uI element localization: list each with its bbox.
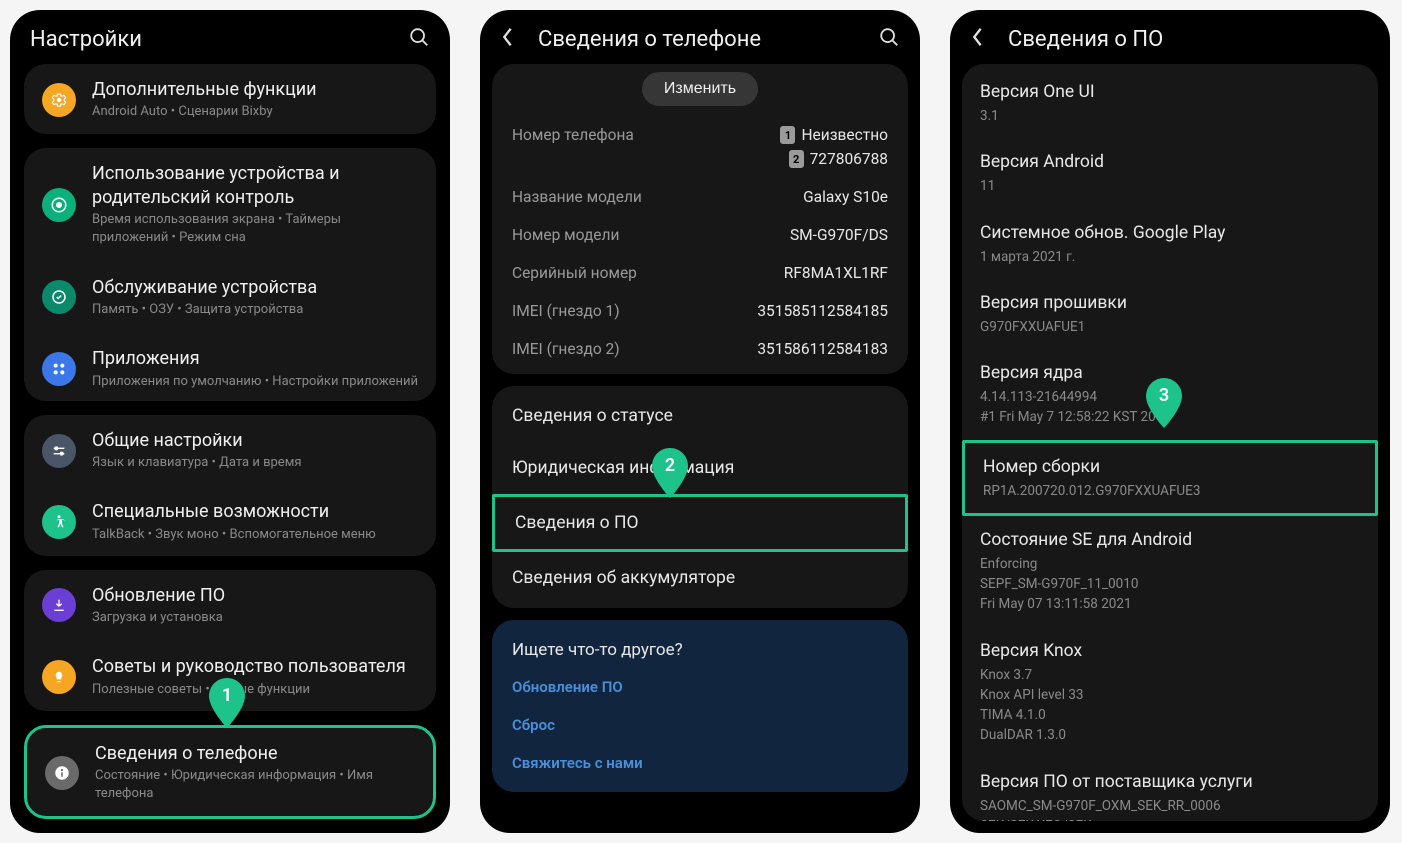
settings-group-1: Дополнительные функции Android Auto • Сц… (24, 64, 436, 134)
row-phone-number: Номер телефона 1Неизвестно 2727806788 (492, 116, 908, 178)
item-subtitle: TalkBack • Звук моно • Вспомогательное м… (92, 526, 418, 544)
link-contact[interactable]: Свяжитесь с нами (492, 744, 908, 782)
item-title: Использование устройства и родительский … (92, 162, 418, 209)
edit-button[interactable]: Изменить (642, 72, 758, 106)
device-care-icon (42, 280, 76, 314)
settings-group-4: Обновление ПО Загрузка и установка Совет… (24, 570, 436, 711)
row-model-number: Номер модели SM-G970F/DS (492, 216, 908, 254)
search-icon[interactable] (408, 26, 430, 52)
settings-group-3: Общие настройки Язык и клавиатура • Дата… (24, 415, 436, 556)
apps-icon (42, 352, 76, 386)
sim2-icon: 2 (789, 150, 804, 168)
gear-icon (42, 83, 76, 117)
item-subtitle: Язык и клавиатура • Дата и время (92, 454, 418, 472)
link-update[interactable]: Обновление ПО (492, 668, 908, 706)
row-imei1: IMEI (гнездо 1) 351585112584185 (492, 292, 908, 330)
item-title: Общие настройки (92, 429, 418, 452)
other-heading: Ищете что-то другое? (492, 624, 908, 668)
link-battery[interactable]: Сведения об аккумуляторе (492, 552, 908, 604)
accessibility-icon (42, 505, 76, 539)
device-info-card: Изменить Номер телефона 1Неизвестно 2727… (492, 64, 908, 374)
page-title: Сведения о телефоне (538, 27, 862, 52)
block-knox[interactable]: Версия Knox Knox 3.7 Knox API level 33 T… (962, 627, 1378, 758)
item-apps[interactable]: Приложения Приложения по умолчанию • Нас… (24, 333, 436, 401)
software-content: Версия One UI 3.1 Версия Android 11 Сист… (950, 64, 1390, 833)
item-subtitle: Время использования экрана • Таймеры при… (92, 211, 418, 247)
item-title: Сведения о телефоне (95, 742, 415, 765)
other-card: Ищете что-то другое? Обновление ПО Сброс… (492, 620, 908, 792)
block-kernel[interactable]: Версия ядра 4.14.113-21644994 #1 Fri May… (962, 349, 1378, 440)
item-subtitle: Приложения по умолчанию • Настройки прил… (92, 373, 418, 391)
bulb-icon (42, 660, 76, 694)
phone-settings: Настройки Дополнительные функции Android… (10, 10, 450, 833)
item-tips[interactable]: Советы и руководство пользователя Полезн… (24, 641, 436, 710)
wellbeing-icon (42, 188, 76, 222)
info-icon (45, 756, 79, 790)
item-title: Приложения (92, 347, 418, 370)
block-android[interactable]: Версия Android 11 (962, 138, 1378, 208)
link-status[interactable]: Сведения о статусе (492, 390, 908, 442)
row-imei2: IMEI (гнездо 2) 351586112584183 (492, 330, 908, 368)
item-advanced-features[interactable]: Дополнительные функции Android Auto • Сц… (24, 64, 436, 134)
settings-group-about-phone: Сведения о телефоне Состояние • Юридичес… (24, 725, 436, 819)
header: Настройки (10, 10, 450, 64)
row-serial: Серийный номер RF8MA1XL1RF (492, 254, 908, 292)
item-subtitle: Память • ОЗУ • Защита устройства (92, 301, 418, 319)
block-oneui[interactable]: Версия One UI 3.1 (962, 68, 1378, 138)
page-title: Настройки (30, 27, 392, 52)
block-gplay[interactable]: Системное обнов. Google Play 1 марта 202… (962, 209, 1378, 279)
item-title: Советы и руководство пользователя (92, 655, 418, 678)
row-model-name: Название модели Galaxy S10e (492, 178, 908, 216)
software-card: Версия One UI 3.1 Версия Android 11 Сист… (962, 64, 1378, 821)
sliders-icon (42, 434, 76, 468)
item-title: Обслуживание устройства (92, 276, 418, 299)
links-card: Сведения о статусе Юридическая информаци… (492, 386, 908, 608)
search-icon[interactable] (878, 26, 900, 52)
item-accessibility[interactable]: Специальные возможности TalkBack • Звук … (24, 486, 436, 555)
block-se-android[interactable]: Состояние SE для Android Enforcing SEPF_… (962, 516, 1378, 627)
item-about-phone[interactable]: Сведения о телефоне Состояние • Юридичес… (27, 728, 433, 818)
item-subtitle: Загрузка и установка (92, 609, 418, 627)
settings-content: Дополнительные функции Android Auto • Сц… (10, 64, 450, 833)
link-reset[interactable]: Сброс (492, 706, 908, 744)
block-build-number[interactable]: Номер сборки RP1A.200720.012.G970FXXUAFU… (962, 440, 1378, 516)
block-carrier-sw[interactable]: Версия ПО от поставщика услуги SAOMC_SM-… (962, 758, 1378, 822)
item-subtitle: Полезные советы • Новые функции (92, 681, 418, 699)
link-software-info[interactable]: Сведения о ПО (492, 494, 908, 552)
back-icon[interactable] (500, 26, 522, 52)
back-icon[interactable] (970, 26, 992, 52)
item-device-care[interactable]: Обслуживание устройства Память • ОЗУ • З… (24, 262, 436, 334)
header: Сведения о ПО (950, 10, 1390, 64)
page-title: Сведения о ПО (1008, 27, 1370, 52)
about-content: Изменить Номер телефона 1Неизвестно 2727… (480, 64, 920, 833)
item-title: Специальные возможности (92, 500, 418, 523)
phone-software-info: Сведения о ПО Версия One UI 3.1 Версия A… (950, 10, 1390, 833)
link-legal[interactable]: Юридическая информация (492, 442, 908, 494)
item-general[interactable]: Общие настройки Язык и клавиатура • Дата… (24, 415, 436, 487)
header: Сведения о телефоне (480, 10, 920, 64)
item-digital-wellbeing[interactable]: Использование устройства и родительский … (24, 148, 436, 261)
item-subtitle: Android Auto • Сценарии Bixby (92, 103, 418, 121)
update-icon (42, 588, 76, 622)
item-title: Обновление ПО (92, 584, 418, 607)
item-software-update[interactable]: Обновление ПО Загрузка и установка (24, 570, 436, 642)
phone-about: Сведения о телефоне Изменить Номер телеф… (480, 10, 920, 833)
sim1-icon: 1 (780, 126, 795, 144)
item-subtitle: Состояние • Юридическая информация • Имя… (95, 767, 415, 803)
item-title: Дополнительные функции (92, 78, 418, 101)
settings-group-2: Использование устройства и родительский … (24, 148, 436, 400)
block-firmware[interactable]: Версия прошивки G970FXXUAFUE1 (962, 279, 1378, 349)
